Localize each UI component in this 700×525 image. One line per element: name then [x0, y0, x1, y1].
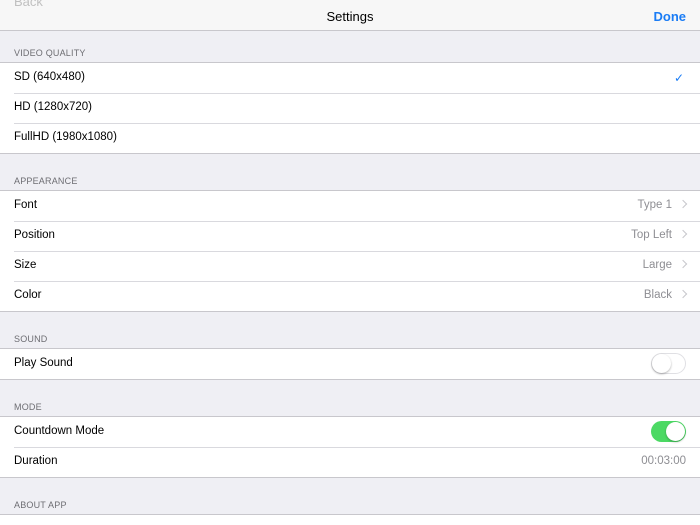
video-quality-group: SD (640x480) ✓ HD (1280x720) FullHD (198… [0, 62, 700, 154]
row-label: Position [14, 229, 55, 241]
chevron-right-icon [678, 229, 688, 239]
appearance-row-size[interactable]: Size Large [0, 251, 700, 281]
video-quality-option-hd[interactable]: HD (1280x720) [0, 93, 700, 123]
about-app-group [0, 514, 700, 525]
row-label: Color [14, 289, 42, 301]
option-label: HD (1280x720) [14, 101, 92, 113]
mode-group: Countdown Mode Duration 00:03:00 [0, 416, 700, 478]
chevron-right-icon [678, 259, 688, 269]
countdown-mode-row: Countdown Mode [0, 417, 700, 447]
video-quality-option-sd[interactable]: SD (640x480) ✓ [0, 63, 700, 93]
video-quality-option-fullhd[interactable]: FullHD (1980x1080) [0, 123, 700, 153]
row-label: Size [14, 259, 37, 271]
appearance-row-position[interactable]: Position Top Left [0, 221, 700, 251]
page-title: Settings [326, 9, 374, 24]
option-label: SD (640x480) [14, 71, 85, 83]
done-button[interactable]: Done [654, 9, 687, 24]
play-sound-toggle[interactable] [651, 353, 686, 374]
section-header-about-app: ABOUT APP [14, 500, 67, 510]
appearance-row-font[interactable]: Font Type 1 [0, 191, 700, 221]
row-label: Play Sound [14, 357, 73, 369]
appearance-row-color[interactable]: Color Black [0, 281, 700, 311]
chevron-right-icon [678, 199, 688, 209]
chevron-right-icon [678, 289, 688, 299]
duration-value: 00:03:00 [641, 455, 686, 467]
sound-group: Play Sound [0, 348, 700, 380]
row-value: Large [642, 259, 672, 271]
row-value: Black [643, 289, 672, 301]
appearance-group: Font Type 1 Position Top Left Size Large… [0, 190, 700, 312]
row-value: Type 1 [637, 199, 672, 211]
section-header-appearance: APPEARANCE [14, 176, 78, 186]
section-header-mode: MODE [14, 402, 42, 412]
section-header-sound: SOUND [14, 334, 48, 344]
countdown-mode-toggle[interactable] [651, 421, 686, 442]
play-sound-row: Play Sound [0, 349, 700, 379]
row-label: Font [14, 199, 38, 211]
checkmark-icon: ✓ [673, 71, 684, 85]
duration-row[interactable]: Duration 00:03:00 [0, 447, 700, 477]
section-header-video-quality: VIDEO QUALITY [14, 48, 86, 58]
navigation-bar: Back Settings Done [0, 0, 700, 31]
toggle-knob [666, 422, 685, 441]
row-value: Top Left [631, 229, 672, 241]
toggle-knob [652, 354, 671, 373]
row-label: Duration [14, 455, 58, 467]
row-label: Countdown Mode [14, 425, 105, 437]
back-button[interactable]: Back [14, 0, 43, 9]
option-label: FullHD (1980x1080) [14, 131, 117, 143]
